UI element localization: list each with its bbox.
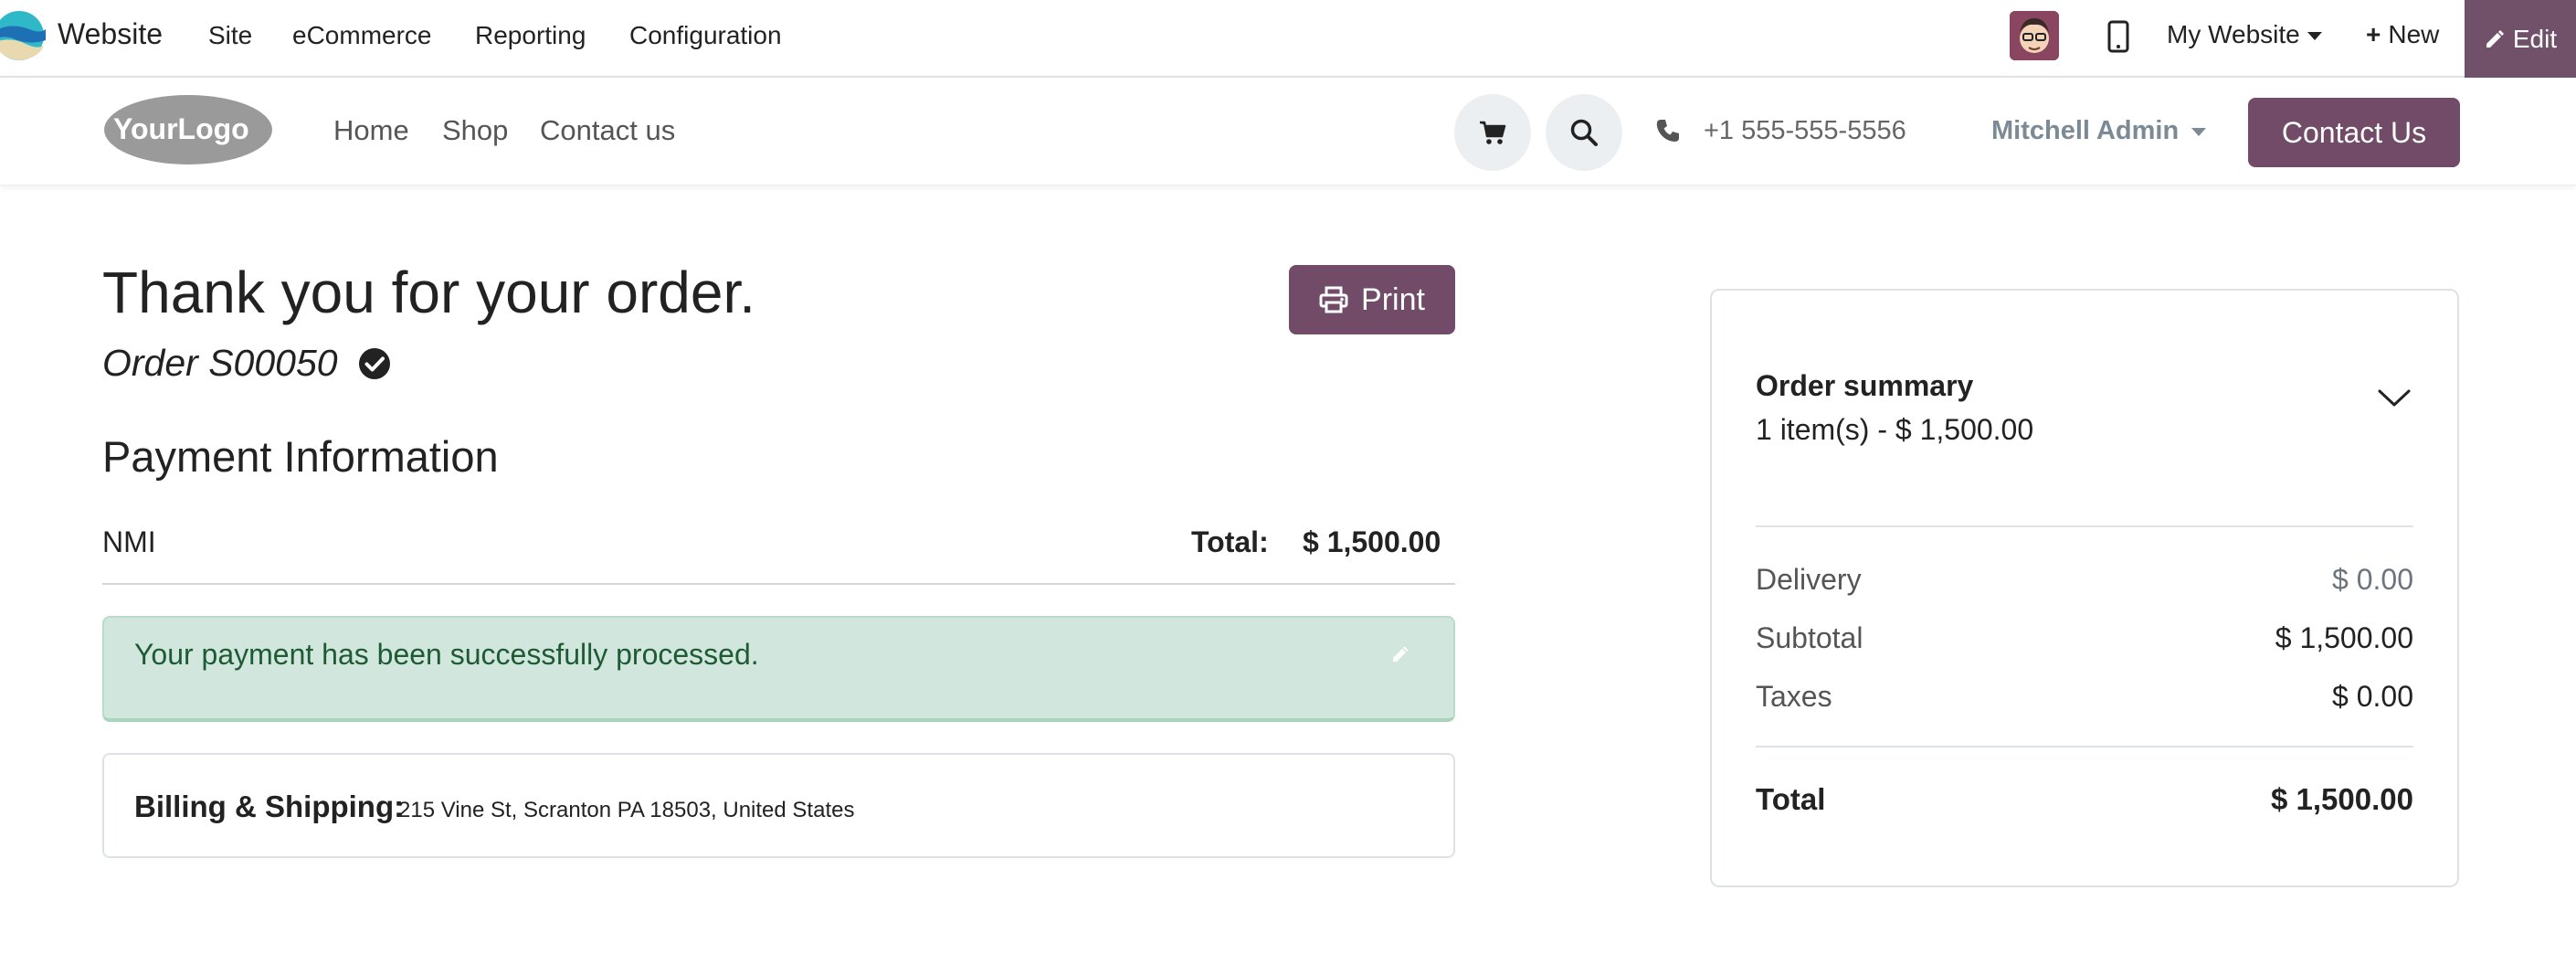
taxes-label: Taxes: [1756, 680, 1832, 713]
user-name: Mitchell Admin: [1991, 116, 2180, 145]
phone-icon: [1656, 120, 1679, 142]
search-button[interactable]: [1546, 94, 1622, 171]
website-app-icon[interactable]: [0, 9, 46, 62]
subtotal-label: Subtotal: [1756, 621, 1863, 654]
nav-home[interactable]: Home: [333, 114, 409, 147]
site-logo[interactable]: YourLogo: [100, 92, 276, 167]
website-selector-label: My Website: [2167, 20, 2300, 48]
delivery-value: $ 0.00: [2332, 563, 2413, 596]
menu-reporting[interactable]: Reporting: [475, 21, 586, 50]
new-label: New: [2388, 20, 2440, 48]
summary-row-taxes: Taxes $ 0.00: [1756, 680, 2413, 714]
total-value: $ 1,500.00: [1303, 525, 1441, 558]
chevron-down-icon[interactable]: [2377, 387, 2412, 409]
check-circle-icon: [359, 348, 390, 379]
user-menu[interactable]: Mitchell Admin: [1991, 116, 2207, 146]
site-header: YourLogo Home Shop Contact us +1 555-555…: [0, 78, 2576, 186]
total-label: Total:: [1191, 525, 1269, 558]
edit-label: Edit: [2512, 24, 2558, 53]
summary-total-row: Total $ 1,500.00: [1756, 782, 2413, 817]
print-button[interactable]: Print: [1289, 265, 1455, 334]
taxes-value: $ 0.00: [2332, 680, 2413, 713]
admin-navbar: Website Site eCommerce Reporting Configu…: [0, 0, 2576, 78]
nav-contact-us[interactable]: Contact us: [540, 114, 675, 147]
order-item-count: 1 item(s) - $ 1,500.00: [1756, 413, 2034, 446]
app-name[interactable]: Website: [58, 17, 163, 51]
phone-number[interactable]: +1 555-555-5556: [1704, 116, 1906, 146]
print-label: Print: [1361, 281, 1425, 317]
order-reference: Order S00050: [102, 342, 338, 384]
plus-icon: +: [2366, 20, 2381, 48]
payment-success-alert: Your payment has been successfully proce…: [102, 616, 1455, 722]
search-icon: [1570, 119, 1598, 146]
new-button[interactable]: + New: [2366, 20, 2439, 49]
divider: [1756, 525, 2413, 527]
page-title: Thank you for your order.: [102, 260, 756, 325]
payment-method: NMI: [102, 525, 156, 558]
edit-button[interactable]: Edit: [2465, 0, 2576, 78]
summary-row-delivery: Delivery $ 0.00: [1756, 563, 2413, 597]
billing-shipping-card: Billing & Shipping: 215 Vine St, Scranto…: [102, 753, 1455, 858]
success-message: Your payment has been successfully proce…: [134, 638, 759, 671]
chevron-down-icon: [2191, 127, 2207, 136]
summary-total-label: Total: [1756, 782, 1826, 816]
summary-total-value: $ 1,500.00: [2271, 782, 2413, 816]
nav-shop[interactable]: Shop: [442, 114, 508, 147]
menu-site[interactable]: Site: [208, 21, 252, 50]
delivery-label: Delivery: [1756, 563, 1862, 596]
menu-ecommerce[interactable]: eCommerce: [292, 21, 431, 50]
billing-shipping-label: Billing & Shipping:: [134, 790, 405, 823]
contact-us-button[interactable]: Contact Us: [2248, 98, 2460, 167]
menu-configuration[interactable]: Configuration: [629, 21, 782, 50]
billing-address: 215 Vine St, Scranton PA 18503, United S…: [398, 798, 855, 822]
svg-text:YourLogo: YourLogo: [113, 112, 249, 145]
summary-row-subtotal: Subtotal $ 1,500.00: [1756, 621, 2413, 655]
pencil-icon: [2486, 29, 2504, 48]
pencil-icon[interactable]: [1391, 645, 1409, 663]
order-summary-title: Order summary: [1756, 369, 1974, 402]
payment-information-heading: Payment Information: [102, 432, 499, 481]
avatar[interactable]: [2010, 11, 2059, 60]
cart-button[interactable]: [1454, 94, 1531, 171]
subtotal-value: $ 1,500.00: [2275, 621, 2413, 654]
divider: [1756, 746, 2413, 747]
mobile-icon[interactable]: [2107, 20, 2129, 53]
divider: [102, 583, 1455, 585]
chevron-down-icon: [2307, 32, 2322, 41]
website-selector[interactable]: My Website: [2167, 20, 2322, 49]
order-summary-card: Order summary 1 item(s) - $ 1,500.00 Del…: [1710, 289, 2459, 887]
printer-icon: [1319, 286, 1348, 313]
cart-icon: [1480, 121, 1506, 144]
